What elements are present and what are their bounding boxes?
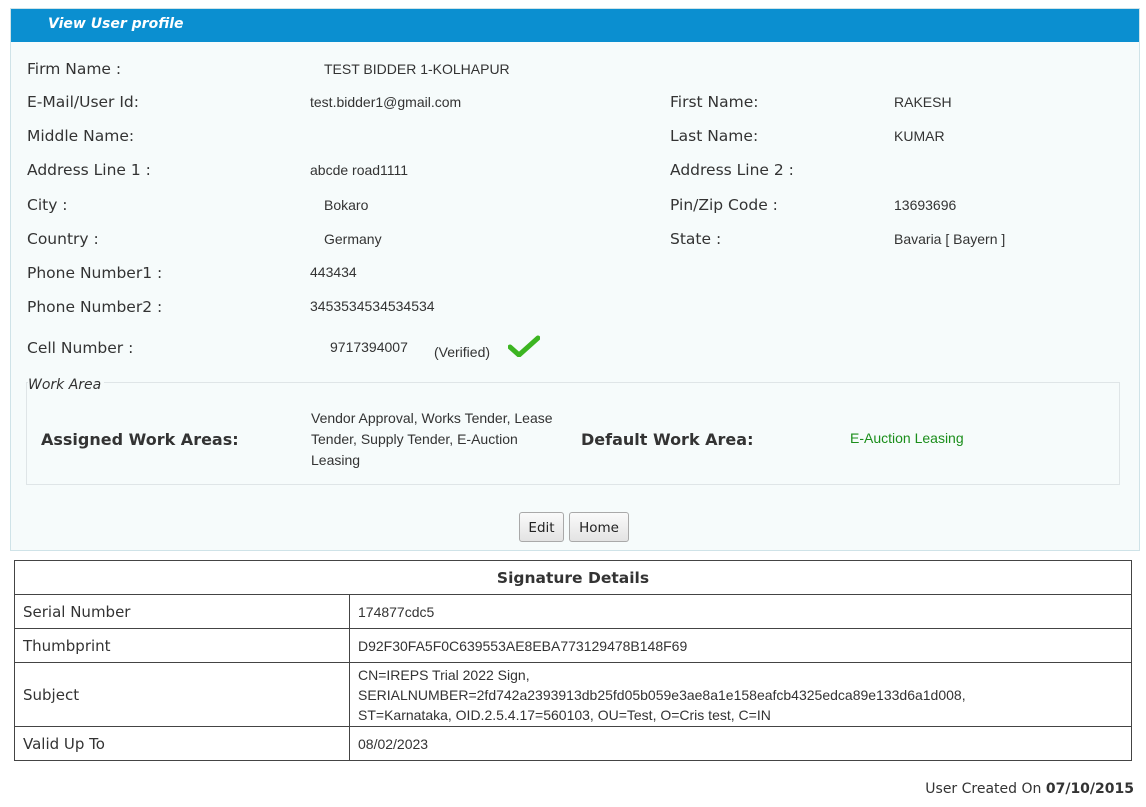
thumbprint-value: D92F30FA5F0C639553AE8EBA773129478B148F69 (349, 628, 1132, 663)
valid-up-to-value: 08/02/2023 (349, 726, 1132, 761)
state-value: Bavaria [ Bayern ] (894, 231, 1006, 247)
last-name-value: KUMAR (894, 128, 945, 144)
subject-label: Subject (14, 662, 350, 727)
cell-number-value: 9717394007 (330, 339, 408, 355)
valid-up-to-label: Valid Up To (14, 726, 350, 761)
user-created-label: User Created On (925, 781, 1042, 797)
checkmark-icon (508, 335, 540, 357)
default-work-area-value: E-Auction Leasing (850, 430, 964, 446)
edit-button[interactable]: Edit (519, 512, 564, 542)
user-created-date: 07/10/2015 (1045, 781, 1134, 797)
cell-number-label: Cell Number : (27, 339, 134, 357)
last-name-label: Last Name: (670, 127, 759, 145)
default-work-area-label: Default Work Area: (581, 430, 754, 449)
work-area-legend: Work Area (28, 377, 105, 393)
address1-label: Address Line 1 : (27, 161, 151, 179)
address2-label: Address Line 2 : (670, 161, 794, 179)
table-row: Serial Number 174877cdc5 (14, 594, 1132, 629)
cell-verified-status: (Verified) (434, 344, 491, 360)
serial-number-value: 174877cdc5 (349, 594, 1132, 629)
first-name-value: RAKESH (894, 94, 952, 110)
panel-title: View User profile (11, 9, 1139, 42)
assigned-work-areas-value: Vendor Approval, Works Tender, Lease Ten… (311, 410, 553, 468)
email-label: E-Mail/User Id: (27, 93, 139, 111)
firm-name-value: TEST BIDDER 1-KOLHAPUR (324, 61, 510, 77)
home-button[interactable]: Home (569, 512, 629, 542)
signature-details-title: Signature Details (14, 560, 1132, 595)
city-label: City : (27, 196, 68, 214)
table-row: Valid Up To 08/02/2023 (14, 726, 1132, 761)
subject-line: SERIALNUMBER=2fd742a2393913db25fd05b059e… (358, 686, 966, 703)
subject-value: CN=IREPS Trial 2022 Sign, SERIALNUMBER=2… (349, 662, 1132, 727)
signature-details-table: Signature Details Serial Number 174877cd… (14, 560, 1132, 761)
country-value: Germany (324, 231, 382, 247)
city-value: Bokaro (324, 197, 369, 213)
first-name-label: First Name: (670, 93, 759, 111)
pin-code-value: 13693696 (894, 197, 957, 213)
email-value: test.bidder1@gmail.com (310, 94, 462, 110)
middle-name-label: Middle Name: (27, 127, 135, 145)
phone2-value: 3453534534534534 (310, 298, 435, 314)
thumbprint-label: Thumbprint (14, 628, 350, 663)
firm-name-label: Firm Name : (27, 60, 122, 78)
phone2-label: Phone Number2 : (27, 298, 163, 316)
subject-line: ST=Karnataka, OID.2.5.4.17=560103, OU=Te… (358, 706, 771, 723)
assigned-work-areas-label: Assigned Work Areas: (41, 430, 239, 449)
table-row: Subject CN=IREPS Trial 2022 Sign, SERIAL… (14, 662, 1132, 727)
phone1-value: 443434 (310, 264, 357, 280)
country-label: Country : (27, 230, 99, 248)
address1-value: abcde road1111 (310, 162, 409, 178)
pin-code-label: Pin/Zip Code : (670, 196, 778, 214)
table-row: Thumbprint D92F30FA5F0C639553AE8EBA77312… (14, 628, 1132, 663)
user-created-footer: User Created On 07/10/2015 (925, 781, 1134, 797)
subject-line: CN=IREPS Trial 2022 Sign, (358, 666, 530, 683)
phone1-label: Phone Number1 : (27, 264, 163, 282)
serial-number-label: Serial Number (14, 594, 350, 629)
state-label: State : (670, 230, 722, 248)
